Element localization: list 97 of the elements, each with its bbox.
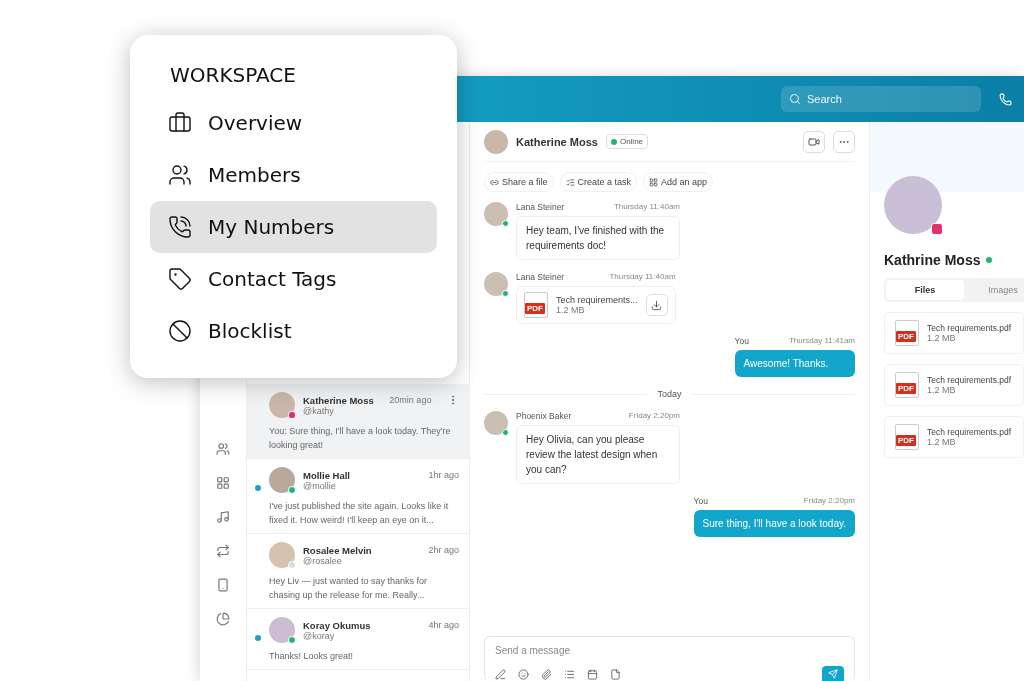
checklist-icon (565, 177, 575, 187)
pdf-file-icon: PDF (895, 372, 919, 398)
calendar-icon[interactable] (587, 668, 598, 680)
avatar (484, 272, 508, 296)
users-icon[interactable] (216, 442, 230, 456)
file-item[interactable]: PDF Tech requirements.pdf 1.2 MB (884, 364, 1024, 406)
block-icon (168, 319, 192, 343)
contact-name: Mollie Hall (303, 469, 350, 481)
message-bubble: Sure thing, I'll have a look today. (693, 510, 855, 537)
avatar (484, 411, 508, 435)
phone-icon (168, 215, 192, 239)
music-icon[interactable] (216, 510, 230, 524)
send-icon (828, 669, 838, 679)
send-button[interactable] (822, 666, 844, 681)
profile-name: Kathrine Moss (884, 252, 981, 268)
message-time: Friday 2:20pm (628, 411, 680, 421)
download-button[interactable] (645, 294, 668, 316)
online-badge: Online (605, 134, 649, 149)
contact-name: Katherine Moss (303, 394, 374, 406)
apps-icon[interactable] (216, 476, 230, 490)
sender-name: Lana Steiner (516, 202, 565, 212)
search-icon (789, 93, 801, 105)
file-name: Tech requirements... (556, 295, 638, 305)
date-divider: Today (657, 389, 682, 399)
menu-item[interactable]: Blocklist (150, 305, 437, 357)
message-time: 20min ago (389, 395, 432, 405)
avatar (484, 202, 508, 226)
pdf-file-icon: PDF (895, 424, 919, 450)
action-chip[interactable]: Add an app (643, 172, 714, 192)
file-item[interactable]: PDF Tech requirements.pdf 1.2 MB (884, 312, 1024, 354)
contact-handle: @mollie (303, 480, 337, 491)
link-icon (490, 177, 499, 187)
file-name: Tech requirements.pdf (927, 427, 1012, 437)
sender-name: You (693, 496, 708, 506)
pdf-file-icon: PDF (524, 292, 548, 318)
message-time: 2hr ago (428, 545, 459, 555)
arrows-icon[interactable] (216, 544, 230, 558)
message-preview: Thanks! Looks great! (269, 650, 355, 663)
message-time: 4hr ago (428, 620, 459, 630)
contact-handle: @kathy (303, 406, 335, 416)
contact-handle: @koray (303, 630, 336, 641)
pen-icon[interactable] (495, 668, 506, 680)
contact-handle: @rosalee (303, 555, 343, 566)
message-time: Friday 2:20pm (803, 496, 855, 506)
menu-item[interactable]: Contact Tags (150, 253, 437, 305)
message-time: 1hr ago (428, 470, 459, 480)
pdf-file-icon: PDF (895, 320, 919, 346)
menu-item[interactable]: My Numbers (150, 201, 437, 253)
file-size: 1.2 MB (556, 305, 586, 315)
action-chip[interactable]: Share a file (484, 172, 554, 192)
sender-name: Phoenix Baker (516, 411, 572, 421)
menu-heading: WORKSPACE (169, 63, 297, 87)
tab[interactable]: Files (886, 280, 964, 300)
users-icon (168, 163, 192, 187)
file-attachment[interactable]: PDF Tech requirements... 1.2 MB (516, 286, 676, 324)
avatar (484, 129, 508, 154)
contact-name: Katherine Moss (516, 135, 598, 148)
apps-icon (649, 177, 659, 187)
action-chip[interactable]: Create a task (559, 172, 638, 192)
file-icon[interactable] (610, 668, 621, 680)
contact-name: Koray Okumus (303, 619, 371, 631)
message-bubble: Awesome! Thanks. (734, 350, 855, 377)
emoji-icon[interactable] (518, 668, 529, 680)
message-preview: Hey Liv — just wanted to say thanks for chasing up the release for me. Really... (269, 575, 429, 602)
tag-icon (168, 267, 192, 291)
more-button[interactable] (833, 130, 855, 153)
pie-chart-icon[interactable] (216, 612, 230, 626)
file-size: 1.2 MB (927, 333, 957, 343)
file-name: Tech requirements.pdf (927, 323, 1012, 333)
message-time: Thursday 11:40am (613, 202, 680, 212)
conversation-item[interactable]: Katherine Moss 20min ago @kathy You: Sure thing, I'll have a look today. They're looking great! (247, 384, 469, 459)
sender-name: Lana Steiner (516, 272, 565, 282)
file-item[interactable]: PDF Tech requirements.pdf 1.2 MB (884, 416, 1024, 458)
download-icon (651, 299, 663, 311)
phone-icon[interactable] (216, 578, 230, 592)
file-name: Tech requirements.pdf (927, 375, 1012, 385)
sender-name: You (734, 336, 749, 346)
search-field[interactable]: Search (781, 86, 981, 112)
menu-item[interactable]: Members (150, 149, 437, 201)
video-icon (808, 135, 820, 148)
list-icon[interactable] (564, 668, 575, 680)
message-time: Thursday 11:40am (609, 272, 676, 282)
message-bubble: Hey team, I've finished with the requirements doc! (516, 216, 680, 260)
search-input[interactable]: Search (807, 93, 949, 105)
phone-icon[interactable] (999, 92, 1012, 106)
file-size: 1.2 MB (927, 437, 957, 447)
message-preview: I've just published the site again. Looks like it fixed it. How weird! I'll keep an eye on it... (269, 500, 450, 527)
message-bubble: Hey Olivia, can you please review the latest design when you can? (516, 425, 680, 484)
video-button[interactable] (803, 130, 825, 153)
message-time: Thursday 11:41am (788, 336, 855, 346)
contact-name: Rosalee Melvin (303, 544, 372, 556)
file-size: 1.2 MB (927, 385, 957, 395)
profile-avatar (884, 176, 942, 234)
briefcase-icon (168, 111, 192, 135)
attach-icon[interactable] (541, 668, 552, 680)
message-preview: You: Sure thing, I'll have a look today. They're looking great! (269, 425, 452, 452)
menu-item[interactable]: Overview (150, 97, 437, 149)
